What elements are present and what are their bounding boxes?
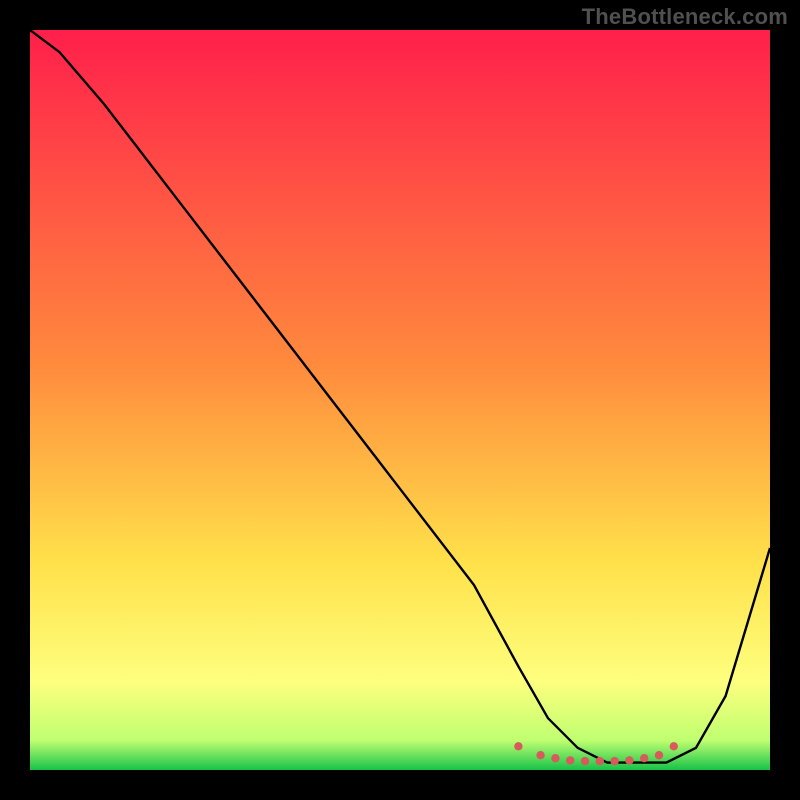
marker-dot	[596, 757, 604, 765]
chart-svg	[30, 30, 770, 770]
marker-dot	[536, 751, 544, 759]
marker-dot	[655, 751, 663, 759]
marker-dot	[551, 754, 559, 762]
watermark-text: TheBottleneck.com	[582, 4, 788, 30]
marker-dot	[610, 757, 618, 765]
marker-dot	[581, 757, 589, 765]
plot-area	[30, 30, 770, 770]
marker-dot	[670, 742, 678, 750]
marker-dot	[514, 742, 522, 750]
gradient-background	[30, 30, 770, 770]
chart-frame: TheBottleneck.com	[0, 0, 800, 800]
marker-dot	[566, 756, 574, 764]
marker-dot	[625, 756, 633, 764]
marker-dot	[640, 754, 648, 762]
